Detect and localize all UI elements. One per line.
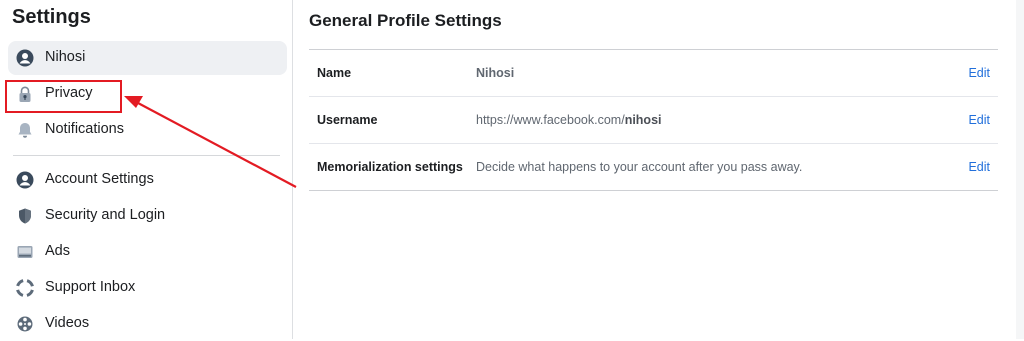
row-label: Memorialization settings	[317, 160, 463, 174]
sidebar-title: Settings	[12, 6, 91, 28]
row-label: Name	[317, 66, 352, 80]
account-icon	[16, 171, 34, 189]
video-reel-icon	[16, 315, 34, 333]
lifebuoy-icon	[16, 279, 34, 297]
sidebar-item-label: Videos	[45, 315, 90, 331]
edit-username-link[interactable]: Edit	[968, 113, 990, 127]
bell-icon	[16, 121, 34, 139]
settings-sidebar: Settings Nihosi Privacy Notifications Ac…	[0, 0, 293, 339]
sidebar-item-security-and-login[interactable]: Security and Login	[8, 199, 287, 233]
annotation-highlight-box	[5, 80, 122, 113]
settings-row-username[interactable]: Username https://www.facebook.com/nihosi…	[309, 97, 998, 144]
sidebar-item-label: Notifications	[45, 121, 124, 137]
sidebar-item-notifications[interactable]: Notifications	[8, 113, 287, 147]
sidebar-item-label: Nihosi	[45, 49, 86, 65]
sidebar-divider	[13, 155, 280, 156]
scrollbar-track[interactable]	[1016, 0, 1024, 339]
ads-icon	[16, 243, 34, 261]
sidebar-item-support-inbox[interactable]: Support Inbox	[8, 271, 287, 305]
sidebar-item-label: Ads	[45, 243, 70, 259]
edit-name-link[interactable]: Edit	[968, 66, 990, 80]
row-value: https://www.facebook.com/nihosi	[476, 113, 662, 127]
username-handle: nihosi	[624, 113, 662, 127]
sidebar-item-ads[interactable]: Ads	[8, 235, 287, 269]
sidebar-item-nihosi[interactable]: Nihosi	[8, 41, 287, 75]
sidebar-item-videos[interactable]: Videos	[8, 307, 287, 341]
settings-row-name[interactable]: Name Nihosi Edit	[309, 50, 998, 97]
settings-row-memorialization[interactable]: Memorialization settings Decide what hap…	[309, 144, 998, 190]
shield-icon	[16, 207, 34, 225]
sidebar-item-label: Support Inbox	[45, 279, 136, 295]
sidebar-item-label: Security and Login	[45, 207, 166, 223]
profile-settings-table: Name Nihosi Edit Username https://www.fa…	[309, 49, 998, 191]
sidebar-item-label: Account Settings	[45, 171, 154, 187]
profile-icon	[16, 49, 34, 67]
row-label: Username	[317, 113, 378, 127]
row-value: Nihosi	[476, 66, 515, 80]
username-url-prefix: https://www.facebook.com/	[476, 113, 625, 127]
page-title: General Profile Settings	[309, 11, 502, 30]
edit-memorialization-link[interactable]: Edit	[968, 160, 990, 174]
row-value: Decide what happens to your account afte…	[476, 160, 803, 174]
sidebar-item-account-settings[interactable]: Account Settings	[8, 163, 287, 197]
